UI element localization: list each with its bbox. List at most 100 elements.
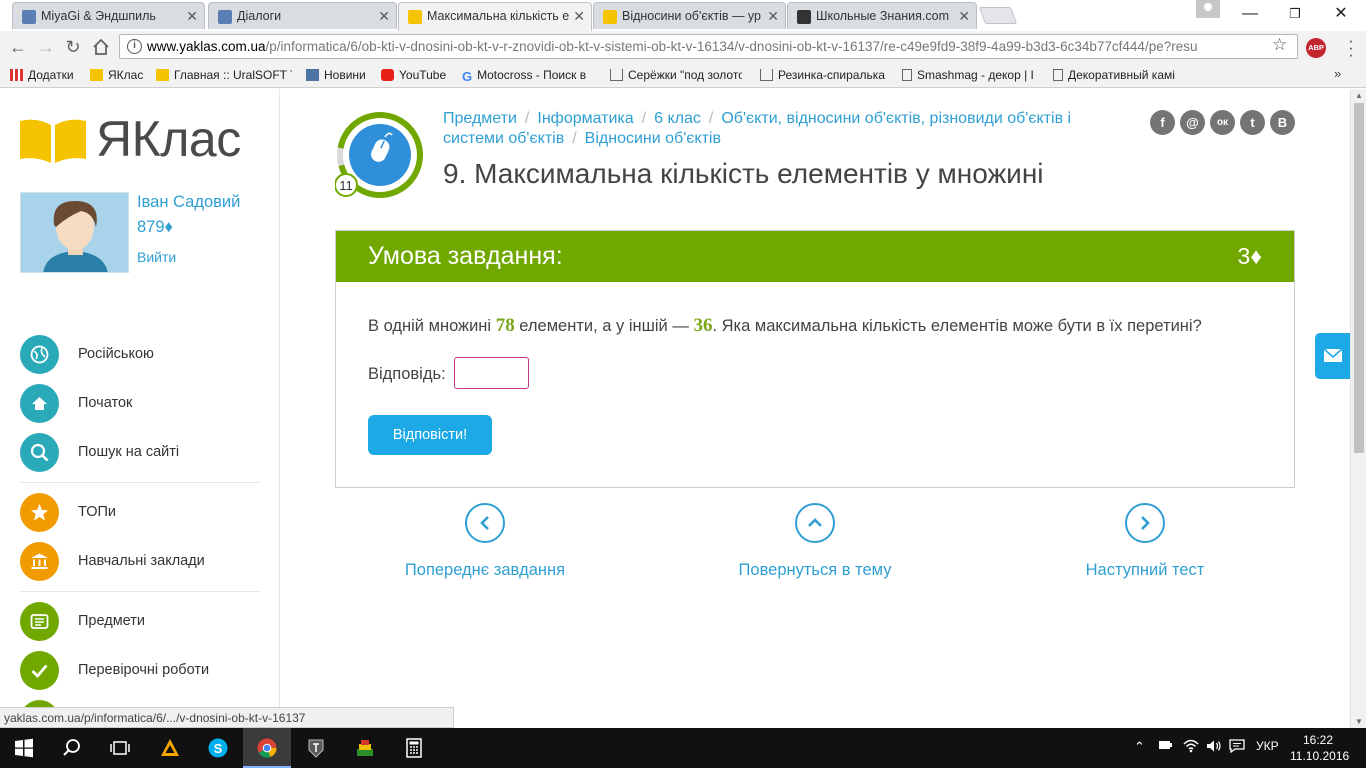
progress-badge: 11: [339, 178, 353, 193]
breadcrumb-link[interactable]: Інформатика: [537, 110, 633, 127]
envelope-icon: [1323, 348, 1343, 362]
language-indicator[interactable]: УКР: [1256, 739, 1279, 753]
breadcrumb-link[interactable]: 6 клас: [654, 110, 701, 127]
volume-icon[interactable]: [1206, 739, 1222, 756]
bookmark-item[interactable]: Додатки: [10, 68, 74, 82]
adblock-icon[interactable]: ABP: [1306, 38, 1326, 58]
back-icon[interactable]: ←: [7, 36, 29, 58]
forward-icon[interactable]: →: [35, 36, 57, 58]
restore-icon[interactable]: ❐: [1272, 0, 1318, 28]
profile-icon[interactable]: [1196, 0, 1220, 18]
browser-tab[interactable]: Школьные Знания.com ✕: [787, 2, 977, 29]
star-icon: [20, 493, 59, 532]
bookmark-item[interactable]: Новини: [306, 68, 366, 82]
browser-tab[interactable]: Діалоги ✕: [208, 2, 397, 29]
taskbar-app[interactable]: [292, 728, 340, 768]
windows-taskbar: S ⌃ УКР 16:22 11.10.2016: [0, 728, 1366, 768]
logout-link[interactable]: Вийти: [137, 249, 176, 265]
sidebar-item-schools[interactable]: Навчальні заклади: [20, 542, 260, 582]
cart-icon: [610, 69, 623, 81]
page-scrollbar[interactable]: ▲ ▼: [1350, 89, 1366, 728]
power-icon[interactable]: [1158, 739, 1174, 754]
breadcrumb-link[interactable]: Предмети: [443, 110, 517, 127]
facebook-icon[interactable]: f: [1150, 110, 1175, 135]
answer-input[interactable]: [454, 357, 529, 389]
submit-answer-button[interactable]: Відповісти!: [368, 415, 492, 455]
bookmark-label: Главная :: UralSOFT Т: [174, 68, 292, 82]
user-name-link[interactable]: Іван Садовий: [137, 193, 240, 212]
sidebar-item-search[interactable]: Пошук на сайті: [20, 433, 260, 473]
minimize-icon[interactable]: —: [1227, 0, 1273, 28]
sidebar-item-tops[interactable]: ТОПи: [20, 493, 260, 533]
bookmark-item[interactable]: Smashmag - декор | I: [902, 68, 1037, 82]
bookmarks-bar: Додатки ЯКлас Главная :: UralSOFT Т Нови…: [0, 62, 1366, 88]
taskbar-clock[interactable]: 16:22 11.10.2016: [1290, 732, 1349, 764]
chrome-menu-icon[interactable]: · · ·: [1343, 32, 1359, 63]
taskbar-app[interactable]: [390, 728, 438, 768]
question-text: В одній множині: [368, 317, 496, 335]
sidebar-item-tests[interactable]: Перевірочні роботи: [20, 651, 260, 691]
bookmark-star-icon[interactable]: ☆: [1272, 35, 1287, 55]
feedback-mail-button[interactable]: [1315, 333, 1350, 379]
mail-icon[interactable]: @: [1180, 110, 1205, 135]
sidebar-item-subjects[interactable]: Предмети: [20, 602, 260, 642]
taskbar-app[interactable]: [146, 728, 194, 768]
tab-close-icon[interactable]: ✕: [573, 8, 585, 25]
next-test-link[interactable]: Наступний тест: [1035, 503, 1255, 580]
bookmark-label: Декоративный камі: [1068, 68, 1175, 82]
taskbar-app[interactable]: S: [194, 728, 242, 768]
bookmark-item[interactable]: Серёжки "под золото: [610, 68, 742, 82]
scroll-down-icon[interactable]: ▼: [1355, 717, 1363, 726]
start-button[interactable]: [0, 728, 48, 768]
taskbar-app-chrome[interactable]: [243, 728, 291, 768]
taskbar-app[interactable]: [341, 728, 389, 768]
skype-icon: S: [208, 738, 228, 758]
user-points: 879♦: [137, 218, 173, 236]
browser-tab-active[interactable]: Максимальна кількість е ✕: [398, 2, 592, 31]
status-bar-url: yaklas.com.ua/p/informatica/6/.../v-dnos…: [0, 707, 454, 728]
tab-close-icon[interactable]: ✕: [378, 8, 390, 25]
search-button[interactable]: [48, 728, 96, 768]
tray-overflow-icon[interactable]: ⌃: [1134, 739, 1145, 755]
bookmark-item[interactable]: G Motocross - Поиск в: [462, 68, 589, 84]
reload-icon[interactable]: ↻: [62, 36, 84, 58]
bookmarks-overflow-button[interactable]: »: [1334, 66, 1341, 81]
site-info-icon[interactable]: i: [127, 39, 142, 54]
twitter-icon[interactable]: t: [1240, 110, 1265, 135]
odnoklassniki-icon[interactable]: ок: [1210, 110, 1235, 135]
bookmark-item[interactable]: YouTube: [381, 68, 446, 82]
notifications-icon[interactable]: [1229, 739, 1245, 756]
scroll-up-icon[interactable]: ▲: [1355, 91, 1363, 100]
browser-tab[interactable]: Відносини об'єктів — ур ✕: [593, 2, 786, 29]
close-window-icon[interactable]: ✕: [1318, 0, 1364, 28]
bookmark-item[interactable]: Резинка-спиралька: [760, 68, 885, 82]
folder-icon: [90, 69, 103, 81]
breadcrumb-separator: /: [641, 110, 647, 127]
user-avatar-icon: [43, 201, 108, 272]
tab-close-icon[interactable]: ✕: [767, 8, 779, 25]
tab-title: MiyaGi & Эндшпиль: [41, 9, 156, 23]
sidebar-item-russian[interactable]: Російською: [20, 335, 260, 375]
address-bar[interactable]: i www.yaklas.com.ua/p/informatica/6/ob-k…: [119, 34, 1298, 59]
youtube-icon: [381, 69, 394, 81]
back-to-topic-link[interactable]: Повернуться в тему: [705, 503, 925, 580]
tab-close-icon[interactable]: ✕: [186, 8, 198, 25]
scrollbar-thumb[interactable]: [1354, 103, 1364, 453]
bookmark-item[interactable]: ЯКлас: [90, 68, 143, 82]
bookmark-item[interactable]: Главная :: UralSOFT Т: [156, 68, 292, 82]
bookmark-item[interactable]: Декоративный камі: [1053, 68, 1200, 82]
task-view-button[interactable]: [96, 728, 144, 768]
browser-tab[interactable]: MiyaGi & Эндшпиль ✕: [12, 2, 205, 29]
vk-icon[interactable]: В: [1270, 110, 1295, 135]
avatar[interactable]: [20, 192, 129, 273]
tab-close-icon[interactable]: ✕: [958, 8, 970, 25]
breadcrumb-link[interactable]: Відносини об'єктів: [585, 130, 721, 147]
sidebar-item-label: Навчальні заклади: [78, 553, 205, 569]
sidebar-item-label: Початок: [78, 395, 133, 411]
new-tab-button[interactable]: [978, 7, 1018, 24]
tab-favicon-icon: [408, 10, 422, 24]
home-icon[interactable]: [90, 36, 112, 58]
sidebar-item-home[interactable]: Початок: [20, 384, 260, 424]
prev-task-link[interactable]: Попереднє завдання: [375, 503, 595, 580]
wifi-icon[interactable]: [1183, 739, 1199, 756]
